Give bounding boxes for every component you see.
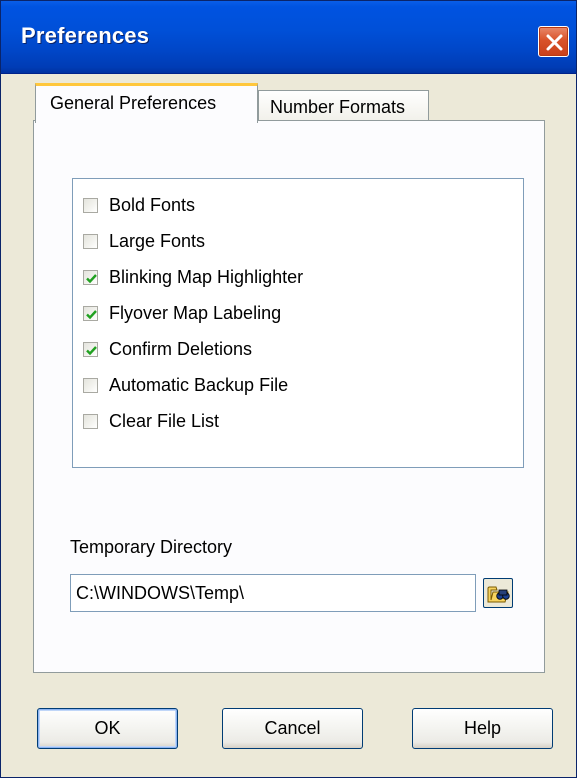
automatic-backup-file-label: Automatic Backup File <box>109 374 289 395</box>
option-clear-file-list[interactable]: Clear File List <box>73 403 523 439</box>
confirm-deletions-label: Confirm Deletions <box>109 338 253 359</box>
clear-file-list-checkbox[interactable] <box>83 413 98 429</box>
flyover-map-labeling-checkbox[interactable] <box>83 305 98 321</box>
title-bar[interactable]: Preferences <box>1 1 576 74</box>
close-button[interactable] <box>538 26 569 57</box>
temporary-directory-input[interactable] <box>70 574 476 612</box>
checkmark-icon <box>86 309 97 319</box>
browse-directory-button[interactable] <box>483 578 513 608</box>
tab-number-formats[interactable]: Number Formats <box>258 90 429 122</box>
ok-button[interactable]: OK <box>37 708 178 749</box>
close-icon <box>546 34 563 51</box>
bold-fonts-checkbox[interactable] <box>83 197 98 213</box>
checkmark-icon <box>86 345 97 355</box>
automatic-backup-file-checkbox[interactable] <box>83 377 98 393</box>
option-flyover-map-labeling[interactable]: Flyover Map Labeling <box>73 295 523 331</box>
tab-general-preferences[interactable]: General Preferences <box>35 83 258 123</box>
option-large-fonts[interactable]: Large Fonts <box>73 223 523 259</box>
flyover-map-labeling-label: Flyover Map Labeling <box>109 302 282 323</box>
bold-fonts-label: Bold Fonts <box>109 194 196 215</box>
large-fonts-label: Large Fonts <box>109 230 206 251</box>
temporary-directory-label: Temporary Directory <box>70 537 233 557</box>
preferences-dialog: Preferences Number Formats General Prefe… <box>0 0 577 778</box>
clear-file-list-label: Clear File List <box>109 410 220 431</box>
blinking-map-highlighter-label: Blinking Map Highlighter <box>109 266 304 287</box>
tab-number-formats-label: Number Formats <box>270 97 406 117</box>
option-automatic-backup-file[interactable]: Automatic Backup File <box>73 367 523 403</box>
large-fonts-checkbox[interactable] <box>83 233 98 249</box>
tab-general-preferences-label: General Preferences <box>50 93 217 113</box>
window-title: Preferences <box>21 23 150 48</box>
option-confirm-deletions[interactable]: Confirm Deletions <box>73 331 523 367</box>
help-button[interactable]: Help <box>412 708 553 749</box>
checkmark-icon <box>86 273 97 283</box>
cancel-button[interactable]: Cancel <box>222 708 363 749</box>
confirm-deletions-checkbox[interactable] <box>83 341 98 357</box>
options-checklist: Bold Fonts Large Fonts Blinking Map High… <box>72 178 524 468</box>
option-blinking-map-highlighter[interactable]: Blinking Map Highlighter <box>73 259 523 295</box>
option-bold-fonts[interactable]: Bold Fonts <box>73 187 523 223</box>
browse-folder-icon <box>487 586 510 603</box>
general-preferences-panel: Bold Fonts Large Fonts Blinking Map High… <box>33 120 545 673</box>
blinking-map-highlighter-checkbox[interactable] <box>83 269 98 285</box>
